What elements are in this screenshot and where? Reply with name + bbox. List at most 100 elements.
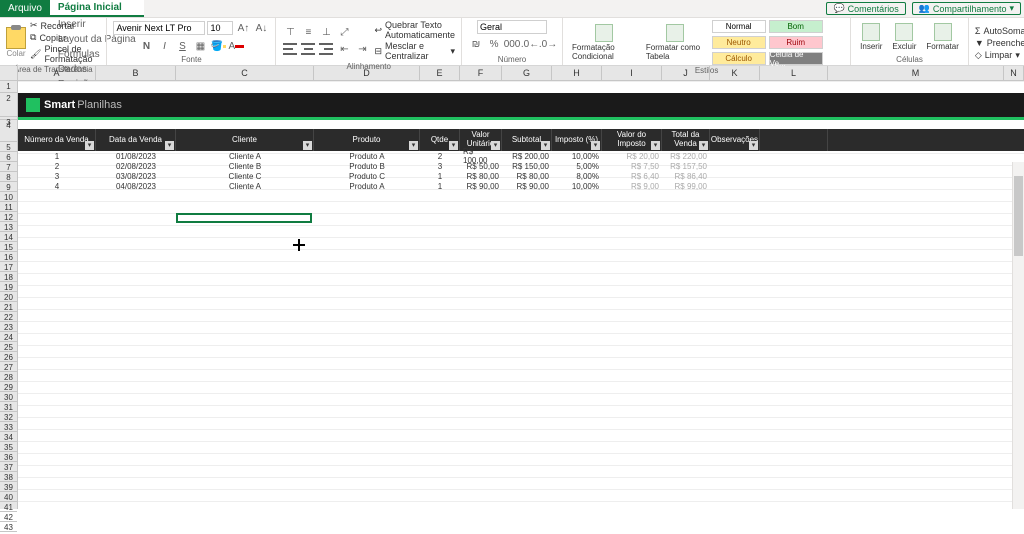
row-header[interactable]: 37 bbox=[0, 462, 17, 472]
table-header-cell[interactable]: Qtde▾ bbox=[420, 129, 460, 151]
table-header-cell[interactable]: Valor do Imposto▾ bbox=[602, 129, 662, 151]
row-header[interactable]: 21 bbox=[0, 302, 17, 312]
table-header-cell[interactable]: Total da Venda▾ bbox=[662, 129, 710, 151]
row-header[interactable]: 16 bbox=[0, 252, 17, 262]
cell[interactable]: 1 bbox=[420, 181, 460, 191]
row-header[interactable]: 13 bbox=[0, 222, 17, 232]
indent-inc-icon[interactable]: ⇥ bbox=[354, 41, 370, 57]
row-header[interactable]: 38 bbox=[0, 472, 17, 482]
filter-dropdown-icon[interactable]: ▾ bbox=[591, 141, 600, 150]
row-header[interactable]: 32 bbox=[0, 412, 17, 422]
cell[interactable]: R$ 80,00 bbox=[502, 171, 552, 181]
style-cell[interactable]: Neutro bbox=[712, 36, 766, 49]
column-header[interactable]: F bbox=[460, 66, 502, 80]
cell[interactable]: R$ 90,00 bbox=[502, 181, 552, 191]
row-header[interactable]: 34 bbox=[0, 432, 17, 442]
select-all-corner[interactable] bbox=[0, 66, 18, 80]
column-header[interactable]: I bbox=[602, 66, 662, 80]
percent-icon[interactable]: % bbox=[486, 36, 502, 52]
row-header[interactable]: 40 bbox=[0, 492, 17, 502]
clear-button[interactable]: ◇ Limpar ▾ bbox=[975, 50, 1024, 61]
cell[interactable]: 1 bbox=[420, 171, 460, 181]
font-color-icon[interactable]: A bbox=[228, 38, 244, 54]
filter-dropdown-icon[interactable]: ▾ bbox=[699, 141, 708, 150]
cell[interactable]: 2 bbox=[420, 151, 460, 161]
cell[interactable]: 10,00% bbox=[552, 151, 602, 161]
fill-button[interactable]: ▼ Preencher ▾ bbox=[975, 38, 1024, 49]
fill-color-icon[interactable]: 🪣 bbox=[210, 38, 226, 54]
style-cell[interactable]: Célula de Ve... bbox=[769, 52, 823, 65]
bold-icon[interactable]: N bbox=[138, 38, 154, 54]
cell[interactable]: 4 bbox=[18, 181, 96, 191]
row-header[interactable]: 15 bbox=[0, 242, 17, 252]
column-header[interactable]: E bbox=[420, 66, 460, 80]
cell[interactable]: Produto C bbox=[314, 171, 420, 181]
cell[interactable]: Produto A bbox=[314, 181, 420, 191]
cell[interactable]: 03/08/2023 bbox=[96, 171, 176, 181]
row-header[interactable]: 5 bbox=[0, 142, 17, 152]
currency-icon[interactable]: ₪ bbox=[468, 36, 484, 52]
filter-dropdown-icon[interactable]: ▾ bbox=[749, 141, 758, 150]
table-header-cell[interactable]: Cliente▾ bbox=[176, 129, 314, 151]
cell[interactable]: 8,00% bbox=[552, 171, 602, 181]
row-header[interactable]: 23 bbox=[0, 322, 17, 332]
orientation-icon[interactable]: ⤢ bbox=[336, 24, 352, 40]
cell[interactable]: 04/08/2023 bbox=[96, 181, 176, 191]
row-header[interactable]: 4 bbox=[0, 120, 17, 142]
cell[interactable]: R$ 86,40 bbox=[662, 171, 710, 181]
format-cells-button[interactable]: Formatar bbox=[923, 23, 961, 51]
row-header[interactable]: 18 bbox=[0, 272, 17, 282]
row-header[interactable]: 11 bbox=[0, 202, 17, 212]
row-header[interactable]: 12 bbox=[0, 212, 17, 222]
table-header-cell[interactable]: Observações▾ bbox=[710, 129, 760, 151]
row-header[interactable]: 33 bbox=[0, 422, 17, 432]
row-header[interactable]: 19 bbox=[0, 282, 17, 292]
cell[interactable]: R$ 6,40 bbox=[602, 171, 662, 181]
dec-decimal-icon[interactable]: .0→ bbox=[540, 36, 556, 52]
column-header[interactable]: C bbox=[176, 66, 314, 80]
cell[interactable]: R$ 90,00 bbox=[460, 181, 502, 191]
row-header[interactable]: 8 bbox=[0, 172, 17, 182]
cell[interactable]: 01/08/2023 bbox=[96, 151, 176, 161]
style-cell[interactable]: Ruim bbox=[769, 36, 823, 49]
underline-icon[interactable]: S bbox=[174, 38, 190, 54]
align-bottom-icon[interactable]: ⊥ bbox=[318, 24, 334, 40]
decrease-font-icon[interactable]: A↓ bbox=[253, 20, 269, 36]
row-header[interactable]: 35 bbox=[0, 442, 17, 452]
vertical-scrollbar[interactable] bbox=[1012, 162, 1024, 509]
cell[interactable]: Produto B bbox=[314, 161, 420, 171]
column-header[interactable]: M bbox=[828, 66, 1004, 80]
insert-cells-button[interactable]: Inserir bbox=[857, 23, 885, 51]
filter-dropdown-icon[interactable]: ▾ bbox=[303, 141, 312, 150]
cell[interactable]: 2 bbox=[18, 161, 96, 171]
table-header-cell[interactable]: Produto▾ bbox=[314, 129, 420, 151]
italic-icon[interactable]: I bbox=[156, 38, 172, 54]
align-right-icon[interactable] bbox=[318, 41, 334, 57]
row-header[interactable]: 20 bbox=[0, 292, 17, 302]
filter-dropdown-icon[interactable]: ▾ bbox=[651, 141, 660, 150]
cell[interactable]: 3 bbox=[18, 171, 96, 181]
delete-cells-button[interactable]: Excluir bbox=[889, 23, 919, 51]
cell[interactable]: 1 bbox=[18, 151, 96, 161]
format-as-table-button[interactable]: Formatar como Tabela bbox=[643, 24, 708, 61]
cell[interactable]: Cliente B bbox=[176, 161, 314, 171]
cell[interactable]: R$ 7,50 bbox=[602, 161, 662, 171]
row-header[interactable]: 9 bbox=[0, 182, 17, 192]
table-header-cell[interactable]: Data da Venda▾ bbox=[96, 129, 176, 151]
wrap-text-button[interactable]: ↩ Quebrar Texto Automaticamente bbox=[374, 20, 455, 40]
font-name-select[interactable] bbox=[113, 21, 205, 35]
cell[interactable]: 5,00% bbox=[552, 161, 602, 171]
cell[interactable]: R$ 50,00 bbox=[460, 161, 502, 171]
filter-dropdown-icon[interactable]: ▾ bbox=[165, 141, 174, 150]
row-header[interactable]: 29 bbox=[0, 382, 17, 392]
cell[interactable]: R$ 20,00 bbox=[602, 151, 662, 161]
align-middle-icon[interactable]: ≡ bbox=[300, 24, 316, 40]
filter-dropdown-icon[interactable]: ▾ bbox=[449, 141, 458, 150]
filter-dropdown-icon[interactable]: ▾ bbox=[541, 141, 550, 150]
style-cell[interactable]: Bom bbox=[769, 20, 823, 33]
row-header[interactable]: 41 bbox=[0, 502, 17, 512]
cell[interactable]: Produto A bbox=[314, 151, 420, 161]
row-header[interactable]: 22 bbox=[0, 312, 17, 322]
cell[interactable]: R$ 200,00 bbox=[502, 151, 552, 161]
row-header[interactable]: 26 bbox=[0, 352, 17, 362]
